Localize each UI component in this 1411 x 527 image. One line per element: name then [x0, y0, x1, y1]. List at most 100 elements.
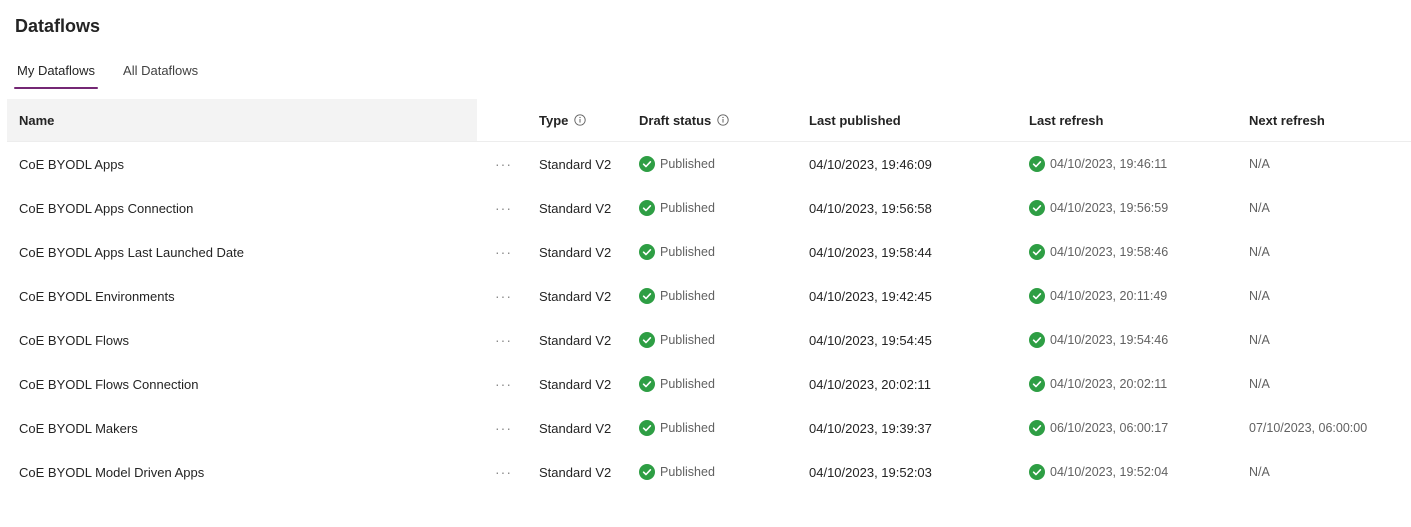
table-row[interactable]: CoE BYODL Flows Connection ··· Standard …: [7, 362, 1411, 406]
last-refresh-status: 04/10/2023, 19:56:59: [1029, 200, 1168, 216]
dataflow-name[interactable]: CoE BYODL Apps Last Launched Date: [19, 245, 244, 260]
column-header-last-refresh-label: Last refresh: [1029, 112, 1104, 128]
last-refresh-value: 04/10/2023, 20:02:11: [1050, 377, 1168, 391]
last-refresh-value: 04/10/2023, 20:11:49: [1050, 289, 1168, 303]
column-header-type-label: Type: [539, 112, 569, 128]
last-published-value: 04/10/2023, 19:52:03: [809, 464, 932, 480]
column-header-last-published[interactable]: Last published: [809, 99, 1029, 141]
last-refresh-status: 04/10/2023, 20:11:49: [1029, 288, 1167, 304]
dataflow-name[interactable]: CoE BYODL Environments: [19, 289, 175, 304]
draft-status: Published: [639, 156, 715, 172]
column-header-last-published-label: Last published: [809, 112, 901, 128]
last-refresh-value: 04/10/2023, 19:58:46: [1050, 245, 1169, 259]
checkmark-circle-icon: [639, 420, 655, 436]
checkmark-circle-icon: [1029, 244, 1045, 260]
more-options-button[interactable]: ···: [495, 421, 512, 435]
more-options-button[interactable]: ···: [495, 377, 512, 391]
dataflow-type: Standard V2: [539, 156, 612, 172]
last-refresh-status: 04/10/2023, 20:02:11: [1029, 376, 1167, 392]
last-refresh-value: 04/10/2023, 19:46:11: [1050, 157, 1168, 171]
last-refresh-value: 06/10/2023, 06:00:17: [1050, 421, 1169, 435]
last-refresh-status: 04/10/2023, 19:46:11: [1029, 156, 1167, 172]
next-refresh-value: N/A: [1249, 377, 1270, 391]
checkmark-circle-icon: [1029, 288, 1045, 304]
column-header-last-refresh[interactable]: Last refresh: [1029, 99, 1249, 141]
table-row[interactable]: CoE BYODL Model Driven Apps ··· Standard…: [7, 450, 1411, 494]
checkmark-circle-icon: [1029, 332, 1045, 348]
draft-status-label: Published: [660, 245, 715, 259]
checkmark-circle-icon: [639, 376, 655, 392]
column-header-name-label: Name: [19, 112, 55, 128]
dataflows-table: Name Type Draft status Last published La…: [7, 99, 1411, 494]
next-refresh-value: 07/10/2023, 06:00:00: [1249, 421, 1368, 435]
more-options-button[interactable]: ···: [495, 465, 512, 479]
table-row[interactable]: CoE BYODL Makers ··· Standard V2 Publish…: [7, 406, 1411, 450]
next-refresh-value: N/A: [1249, 465, 1270, 479]
dataflow-name[interactable]: CoE BYODL Makers: [19, 421, 138, 436]
draft-status-label: Published: [660, 333, 715, 347]
table-row[interactable]: CoE BYODL Environments ··· Standard V2 P…: [7, 274, 1411, 318]
draft-status: Published: [639, 420, 715, 436]
dataflows-page: Dataflows My Dataflows All Dataflows Nam…: [0, 0, 1411, 527]
next-refresh-value: N/A: [1249, 157, 1270, 171]
checkmark-circle-icon: [1029, 376, 1045, 392]
next-refresh-value: N/A: [1249, 289, 1270, 303]
column-header-name[interactable]: Name: [7, 99, 477, 141]
info-icon[interactable]: [574, 114, 587, 126]
checkmark-circle-icon: [639, 464, 655, 480]
column-header-type[interactable]: Type: [539, 99, 639, 141]
tab-all-dataflows[interactable]: All Dataflows: [113, 52, 208, 88]
more-options-button[interactable]: ···: [495, 157, 512, 171]
draft-status: Published: [639, 464, 715, 480]
column-header-draft-status[interactable]: Draft status: [639, 99, 809, 141]
draft-status: Published: [639, 376, 715, 392]
table-row[interactable]: CoE BYODL Flows ··· Standard V2 Publishe…: [7, 318, 1411, 362]
draft-status-label: Published: [660, 421, 715, 435]
table-header-row: Name Type Draft status Last published La…: [7, 99, 1411, 142]
dataflow-type: Standard V2: [539, 244, 612, 260]
next-refresh-value: N/A: [1249, 245, 1270, 259]
checkmark-circle-icon: [1029, 464, 1045, 480]
last-published-value: 04/10/2023, 20:02:11: [809, 376, 931, 392]
last-published-value: 04/10/2023, 19:54:45: [809, 332, 932, 348]
table-row[interactable]: CoE BYODL Apps ··· Standard V2 Published…: [7, 142, 1411, 186]
checkmark-circle-icon: [1029, 156, 1045, 172]
dataflow-name[interactable]: CoE BYODL Flows: [19, 333, 129, 348]
draft-status-label: Published: [660, 377, 715, 391]
dataflow-name[interactable]: CoE BYODL Apps: [19, 157, 124, 172]
last-refresh-value: 04/10/2023, 19:52:04: [1050, 465, 1169, 479]
dataflow-name[interactable]: CoE BYODL Model Driven Apps: [19, 465, 204, 480]
draft-status-label: Published: [660, 289, 715, 303]
checkmark-circle-icon: [1029, 200, 1045, 216]
checkmark-circle-icon: [639, 332, 655, 348]
dataflow-name[interactable]: CoE BYODL Flows Connection: [19, 377, 198, 392]
last-refresh-value: 04/10/2023, 19:54:46: [1050, 333, 1169, 347]
tab-my-dataflows[interactable]: My Dataflows: [7, 52, 105, 89]
draft-status-label: Published: [660, 201, 715, 215]
dataflow-type: Standard V2: [539, 464, 612, 480]
more-options-button[interactable]: ···: [495, 201, 512, 215]
more-options-button[interactable]: ···: [495, 245, 512, 259]
table-row[interactable]: CoE BYODL Apps Connection ··· Standard V…: [7, 186, 1411, 230]
table-row[interactable]: CoE BYODL Apps Last Launched Date ··· St…: [7, 230, 1411, 274]
last-published-value: 04/10/2023, 19:39:37: [809, 420, 932, 436]
last-published-value: 04/10/2023, 19:42:45: [809, 288, 932, 304]
checkmark-circle-icon: [639, 288, 655, 304]
last-refresh-value: 04/10/2023, 19:56:59: [1050, 201, 1169, 215]
column-header-draft-status-label: Draft status: [639, 112, 712, 128]
more-options-button[interactable]: ···: [495, 333, 512, 347]
checkmark-circle-icon: [639, 200, 655, 216]
next-refresh-value: N/A: [1249, 333, 1270, 347]
dataflow-type: Standard V2: [539, 420, 612, 436]
page-title: Dataflows: [15, 16, 101, 36]
dataflow-type: Standard V2: [539, 332, 612, 348]
last-refresh-status: 04/10/2023, 19:52:04: [1029, 464, 1168, 480]
checkmark-circle-icon: [639, 244, 655, 260]
draft-status: Published: [639, 200, 715, 216]
info-icon[interactable]: [717, 114, 729, 126]
dataflow-name[interactable]: CoE BYODL Apps Connection: [19, 201, 193, 216]
column-header-next-refresh[interactable]: Next refresh: [1249, 99, 1411, 141]
more-options-button[interactable]: ···: [495, 289, 512, 303]
draft-status-label: Published: [660, 157, 715, 171]
dataflow-type: Standard V2: [539, 200, 612, 216]
